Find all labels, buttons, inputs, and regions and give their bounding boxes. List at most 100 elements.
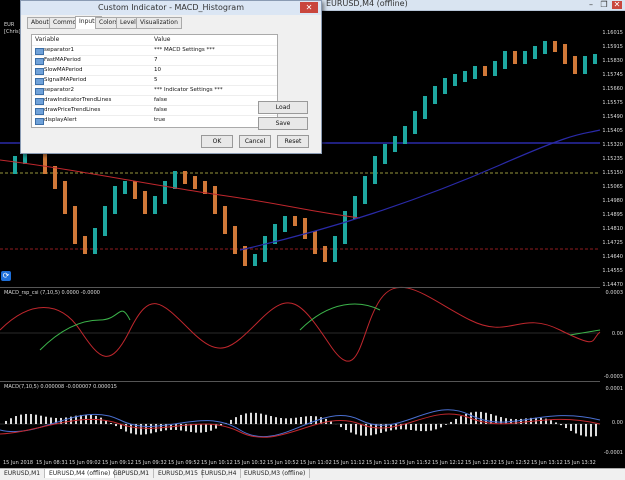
time-label: 15 Jun 09:52 — [168, 460, 200, 466]
param-row[interactable]: displayAlerttrue — [32, 115, 277, 125]
price-label: 1.15065 — [602, 184, 623, 190]
ok-button[interactable]: OK — [201, 135, 233, 148]
candle — [473, 66, 477, 79]
param-row[interactable]: drawPriceTrendLinesfalse — [32, 105, 277, 115]
price-label: 1.15830 — [602, 58, 623, 64]
candle — [363, 176, 367, 204]
chart-tab[interactable]: EURUSD,M4 (offline) — [45, 469, 115, 478]
inputs-table[interactable]: Variable Value separator1*** MACD Settin… — [31, 34, 278, 128]
time-label: 15 Jun 2018 — [3, 460, 33, 466]
dialog-close-button[interactable]: ✕ — [300, 2, 318, 13]
candle — [503, 51, 507, 69]
chart-tab[interactable]: EURUSD,M1 — [0, 469, 45, 478]
chart-tab[interactable]: EURUSD,H4 — [197, 469, 241, 478]
param-value[interactable]: true — [154, 116, 165, 125]
save-button[interactable]: Save — [258, 117, 308, 130]
oscillator-line — [0, 287, 600, 361]
macd-histogram-bar — [130, 424, 132, 433]
macd-histogram-bar — [595, 424, 597, 436]
param-value[interactable]: 7 — [154, 56, 158, 65]
macd-histogram-bar — [25, 414, 27, 424]
param-icon — [35, 88, 44, 95]
price-label: 1.15320 — [602, 142, 623, 148]
param-row[interactable]: separator2*** Indicator Settings *** — [32, 85, 277, 95]
param-row[interactable]: SlowMAPeriod10 — [32, 65, 277, 75]
reset-button[interactable]: Reset — [277, 135, 309, 148]
macd-histogram-bar — [420, 424, 422, 431]
chart-symbol-fragment: EUR — [4, 22, 14, 28]
candle — [163, 181, 167, 204]
custom-indicator-dialog[interactable]: Custom Indicator - MACD_Histogram ✕ Abou… — [20, 0, 322, 154]
minimize-button[interactable]: – — [586, 1, 596, 9]
param-row[interactable]: SignalMAPeriod 5 — [32, 75, 277, 85]
param-value[interactable]: *** Indicator Settings *** — [154, 86, 223, 95]
macd-histogram-bar — [205, 424, 207, 432]
autoscroll-icon[interactable]: ⟳ — [1, 271, 11, 281]
param-row[interactable]: FastMAPeriod 7 — [32, 55, 277, 65]
candle — [103, 206, 107, 236]
macd-histogram-bar — [260, 414, 262, 424]
candle — [403, 126, 407, 144]
param-value[interactable]: false — [154, 96, 167, 105]
load-button[interactable]: Load — [258, 101, 308, 114]
candle — [353, 196, 357, 219]
param-value[interactable]: 10 — [154, 66, 161, 75]
macd-histogram-bar — [280, 418, 282, 424]
param-value[interactable]: false — [154, 106, 167, 115]
macd-histogram-bar — [145, 424, 147, 434]
macd-histogram-bar — [490, 414, 492, 424]
candle — [443, 78, 447, 94]
time-label: 15 Jun 10:52 — [267, 460, 299, 466]
column-header-value[interactable]: Value — [154, 35, 170, 44]
panel-separator[interactable] — [0, 381, 600, 382]
macd-histogram-bar — [285, 418, 287, 424]
cancel-button[interactable]: Cancel — [239, 135, 271, 148]
candle — [533, 46, 537, 59]
candle — [263, 236, 267, 262]
param-row[interactable]: drawIndicatorTrendLinesfalse — [32, 95, 277, 105]
column-header-variable[interactable]: Variable — [35, 35, 59, 44]
macd-histogram-bar — [45, 417, 47, 424]
candle — [213, 186, 217, 214]
close-window-button[interactable]: ✕ — [612, 1, 622, 9]
param-row[interactable]: separator1*** MACD Settings *** — [32, 45, 277, 55]
tab-visualization[interactable]: Visualization — [136, 17, 182, 29]
param-name: SignalMAPeriod — [44, 76, 87, 85]
time-label: 15 Jun 11:12 — [333, 460, 365, 466]
macd-histogram-bar — [585, 424, 587, 436]
param-icon — [35, 48, 44, 55]
time-label: 15 Jun 11:52 — [399, 460, 431, 466]
price-label: 1.16015 — [602, 30, 623, 36]
indicator2-scale-top: 0.0001 — [606, 386, 624, 392]
macd-histogram-bar — [15, 416, 17, 424]
indicator2-scale-bottom: -0.0001 — [604, 450, 623, 456]
candle — [223, 206, 227, 234]
candle — [543, 41, 547, 54]
param-value[interactable]: *** MACD Settings *** — [154, 46, 215, 55]
chart-tab[interactable]: EURUSD,M3 (offline) — [240, 469, 310, 478]
indicator1-label: MACD_rsp_csi (7,10,5) 0.0000 -0.0000 — [4, 290, 100, 296]
macd-histogram-bar — [110, 423, 112, 424]
candle — [513, 51, 517, 64]
macd-histogram-bar — [180, 424, 182, 430]
param-name: FastMAPeriod — [44, 56, 81, 65]
macd-histogram-bar — [570, 424, 572, 431]
candle — [303, 218, 307, 239]
price-label: 1.15405 — [602, 128, 623, 134]
price-label: 1.14810 — [602, 226, 623, 232]
chart-tab[interactable]: EURUSD,M15 — [154, 469, 203, 478]
macd-histogram-bar — [295, 418, 297, 424]
macd-histogram-bar — [10, 418, 12, 424]
price-label: 1.14980 — [602, 198, 623, 204]
candle — [53, 166, 57, 189]
time-label: 15 Jun 13:32 — [564, 460, 596, 466]
chart-tab[interactable]: GBPUSD,M1 — [109, 469, 154, 478]
macd-histogram-bar — [355, 424, 357, 434]
param-icon — [35, 68, 44, 75]
candle — [573, 56, 577, 74]
param-value[interactable]: 5 — [154, 76, 158, 85]
candle — [523, 51, 527, 64]
panel-separator[interactable] — [0, 287, 600, 288]
restore-button[interactable]: ❐ — [599, 1, 609, 9]
price-label: 1.14470 — [602, 282, 623, 288]
